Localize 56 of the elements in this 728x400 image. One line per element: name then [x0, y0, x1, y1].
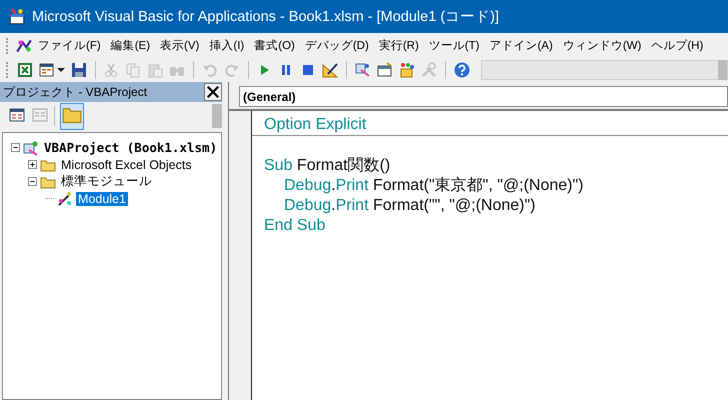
help-button[interactable] — [452, 60, 470, 80]
menu-item[interactable]: ヘルプ(H) — [646, 38, 708, 53]
window-title: Microsoft Visual Basic for Applications - Book1.xlsm - [Module1 (コード)] — [32, 8, 500, 26]
tree-item[interactable]: VBAProject (Book1.xlsm) — [42, 140, 220, 155]
tree-item[interactable]: 標準モジュール — [59, 173, 154, 190]
redo-icon — [224, 62, 240, 78]
app-icon — [8, 8, 26, 26]
module-icon — [57, 190, 73, 206]
clipboard-icon — [147, 62, 164, 78]
menu-item[interactable]: 書式(O) — [249, 38, 300, 53]
tree-item[interactable]: Microsoft Excel Objects — [59, 158, 194, 172]
menu-item[interactable]: アドイン(A) — [484, 38, 558, 53]
menu-item[interactable]: ツール(T) — [424, 38, 484, 53]
menu-item[interactable]: デバッグ(D) — [300, 38, 374, 53]
properties-window-icon — [376, 62, 393, 78]
project-icon — [23, 140, 39, 156]
menu-item[interactable]: 実行(R) — [374, 38, 424, 53]
close-button[interactable] — [204, 83, 222, 101]
pane-title: プロジェクト - VBAProject — [3, 84, 148, 100]
undo-icon — [202, 62, 218, 78]
collapse-toggle[interactable] — [28, 177, 37, 186]
menu-item[interactable]: ウィンドウ(W) — [558, 38, 646, 53]
object-browser-button[interactable] — [398, 60, 416, 80]
caret-icon — [56, 68, 65, 72]
code-line: Debug.Print Format("東京都", "@;(None)") — [284, 176, 584, 196]
toolbar-grip[interactable] — [212, 104, 222, 128]
form-icon — [38, 62, 55, 78]
collapse-toggle[interactable] — [11, 143, 20, 152]
plus-icon — [29, 161, 36, 168]
help-icon — [454, 62, 470, 78]
menu-item[interactable]: 編集(E) — [106, 38, 156, 53]
copy-icon — [125, 62, 142, 78]
project-explorer-icon — [354, 62, 371, 78]
window-icon — [9, 106, 25, 122]
code-line: End Sub — [264, 216, 326, 236]
object-browser-icon — [398, 62, 415, 78]
minus-icon — [12, 144, 19, 151]
expand-toggle[interactable] — [28, 160, 37, 169]
toggle-folders-button[interactable] — [60, 102, 84, 130]
excel-icon — [16, 62, 33, 78]
scissors-icon — [103, 62, 120, 78]
menu-item[interactable]: 挿入(I) — [204, 38, 250, 53]
menu-item[interactable]: ファイル(F) — [33, 38, 106, 53]
tree-item[interactable]: Module1 — [76, 192, 128, 206]
minus-icon — [29, 178, 36, 185]
code-line: Sub Format関数() — [264, 156, 390, 176]
tools-icon — [420, 62, 437, 78]
code-line: Option Explicit — [264, 115, 366, 135]
ruler-triangle-icon — [322, 62, 338, 78]
floppy-disk-button[interactable] — [70, 60, 88, 80]
excel-button[interactable] — [16, 60, 34, 80]
code-line: Debug.Print Format("", "@;(None)") — [284, 196, 536, 216]
menu-item[interactable]: 表示(V) — [155, 38, 204, 53]
window-icon — [32, 106, 48, 122]
object-dropdown[interactable]: (General) — [239, 86, 728, 107]
close-icon — [206, 85, 220, 99]
